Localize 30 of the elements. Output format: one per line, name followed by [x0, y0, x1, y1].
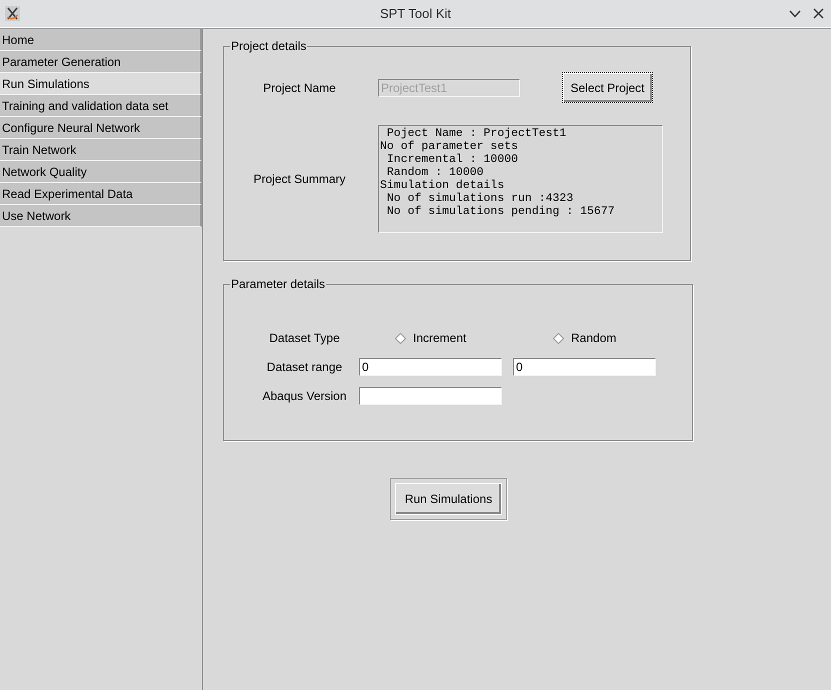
sidebar-item[interactable]: Home — [0, 29, 202, 51]
dataset-range-field[interactable]: 0 — [513, 358, 656, 376]
sidebar-item[interactable]: Training and validation data set — [0, 95, 202, 117]
field-label: Project Summary — [252, 171, 347, 188]
run-simulations-button[interactable]: Run Simulations — [395, 483, 502, 515]
dataset-range-field[interactable]: 0 — [359, 358, 502, 376]
field-label: Abaqus Version — [261, 388, 348, 405]
sidebar-item[interactable]: Train Network — [0, 139, 202, 161]
sidebar-item[interactable]: Parameter Generation — [0, 51, 202, 73]
radio-icon[interactable] — [553, 332, 564, 344]
field-label: Dataset range — [266, 359, 344, 376]
window-title: SPT Tool Kit — [380, 6, 452, 22]
close-icon[interactable] — [813, 8, 824, 19]
panel-title: Project details — [230, 39, 308, 53]
sidebar-item[interactable]: Configure Neural Network — [0, 117, 202, 139]
project-summary-field[interactable]: Poject Name : ProjectTest1 No of parameter sets Incremental : 10000 Random : 10000 Simulation details No of simulations run :4323 No of simulations pending : 15677 — [378, 125, 663, 233]
app-icon — [5, 6, 20, 21]
field-label: Project Name — [262, 80, 337, 96]
sidebar-item[interactable]: Run Simulations — [0, 73, 202, 95]
select-project-button[interactable]: Select Project — [562, 72, 653, 103]
sidebar-item[interactable]: Use Network — [0, 205, 202, 227]
panel-title: Parameter details — [230, 277, 326, 291]
sidebar-item[interactable]: Read Experimental Data — [0, 183, 202, 205]
sidebar-item[interactable]: Network Quality — [0, 161, 202, 183]
radio-button[interactable]: Increment — [395, 331, 466, 345]
field-label: Dataset Type — [268, 330, 341, 347]
radio-button[interactable]: Random — [553, 331, 616, 345]
chevron-down-icon[interactable] — [789, 10, 801, 18]
radio-icon[interactable] — [395, 332, 406, 344]
abaqus-version-field[interactable] — [359, 387, 502, 405]
